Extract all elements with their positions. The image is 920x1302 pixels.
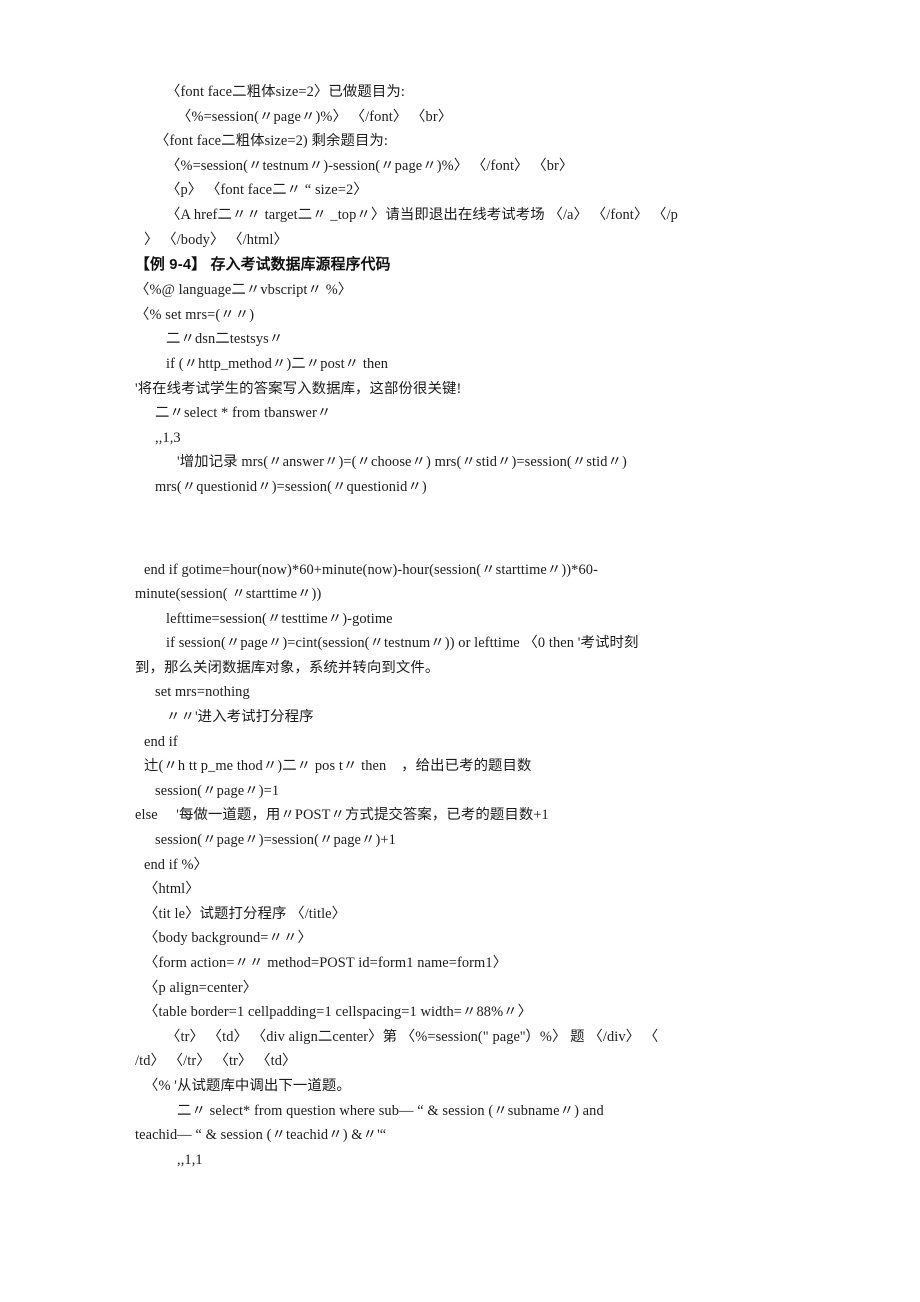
- code-listing: 〈%@ language二〃vbscript〃 %〉 〈% set mrs=(〃〃…: [135, 278, 795, 499]
- code-line: 〈html〉: [144, 881, 200, 898]
- code-line: 二〃select * from tbanswer〃: [155, 405, 332, 422]
- code-line: '将在线考试学生的答案写入数据库，这部份很关键!: [135, 380, 462, 397]
- code-line: session(〃page〃)=1: [155, 782, 280, 799]
- code-line: 〈%@ language二〃vbscript〃 %〉: [135, 282, 353, 299]
- example-heading: 【例 9-4】 存入考试数据库源程序代码: [135, 257, 391, 274]
- code-line: 〈p〉 〈font face二〃 “ size=2〉: [166, 182, 368, 199]
- code-line: lefttime=session(〃testtime〃)-gotime: [166, 610, 393, 627]
- code-listing: end if gotime=hour(now)*60+minute(now)-h…: [135, 558, 795, 1173]
- code-line: ,,1,1: [177, 1151, 203, 1168]
- code-line: 〈form action=〃〃 method=POST id=form1 nam…: [144, 955, 508, 971]
- code-line: 〃〃'进入考试打分程序: [166, 709, 314, 726]
- code-line: 〈A href二〃〃 target二〃 _top〃〉请当即退出在线考试考场 〈/…: [166, 206, 678, 223]
- code-line: 辻(〃h tt p_me thod〃)二〃 pos t〃 then ，给出已考的…: [144, 758, 532, 775]
- code-line: else '每做一道题，用〃POST〃方式提交答案，已考的题目数+1: [135, 807, 549, 824]
- document-text-column: 〈font face二粗体size=2〉已做题目为: 〈%=session(〃pa…: [135, 80, 795, 1172]
- code-line: minute(session( 〃starttime〃)): [135, 586, 322, 603]
- code-line: 〈%=session(〃page〃)%〉 〈/font〉 〈br〉: [177, 108, 453, 125]
- code-line: 到，那么关闭数据库对象，系统并转向到文件。: [135, 659, 440, 676]
- code-line: session(〃page〃)=session(〃page〃)+1: [155, 832, 396, 849]
- code-line: 〈table border=1 cellpadding=1 cellspacin…: [144, 1004, 533, 1021]
- code-line: end if: [144, 733, 178, 750]
- code-line: 〉 〈/body〉 〈/html〉: [144, 231, 289, 248]
- code-line: 二〃dsn二testsys〃: [166, 331, 284, 348]
- code-line: 〈% set mrs=(〃〃): [135, 306, 255, 323]
- code-line: 〈%=session(〃testnum〃)-session(〃page〃)%〉 …: [166, 157, 574, 174]
- code-line: end if gotime=hour(now)*60+minute(now)-h…: [144, 561, 598, 578]
- code-line: 〈body background=〃〃〉: [144, 930, 312, 947]
- code-listing: 〈font face二粗体size=2〉已做题目为: 〈%=session(〃pa…: [135, 80, 795, 252]
- code-line: /td〉 〈/tr〉 〈tr〉 〈td〉: [135, 1053, 297, 1070]
- code-line: 〈p align=center〉: [144, 979, 258, 996]
- code-line: 二〃 select* from question where sub— “ & …: [177, 1102, 604, 1119]
- blank-gap: [135, 500, 795, 558]
- code-line: ,,1,3: [155, 429, 181, 446]
- code-line: 〈font face二粗体size=2〉已做题目为:: [166, 84, 405, 100]
- code-line: 〈font face二粗体size=2) 剩余题目为:: [155, 133, 389, 150]
- code-line: 〈% '从试题库中调出下一道题。: [144, 1077, 351, 1094]
- code-line: mrs(〃questionid〃)=session(〃questionid〃): [155, 478, 427, 495]
- code-line: if session(〃page〃)=cint(session(〃testnum…: [166, 635, 639, 652]
- code-line: set mrs=nothing: [155, 684, 250, 701]
- code-line: teachid— “ & session (〃teachid〃) &〃'“: [135, 1127, 387, 1144]
- code-line: if (〃http_method〃)二〃post〃 then: [166, 355, 389, 372]
- code-line: 〈tr〉 〈td〉 〈div align二center〉第 〈%=session…: [166, 1028, 659, 1045]
- code-line: end if %〉: [144, 856, 209, 873]
- code-line: '增加记录 mrs(〃answer〃)=(〃choose〃) mrs(〃stid…: [177, 454, 627, 471]
- document-page: 〈font face二粗体size=2〉已做题目为: 〈%=session(〃pa…: [0, 0, 920, 1302]
- code-line: 〈tit le〉试题打分程序 〈/title〉: [144, 905, 347, 922]
